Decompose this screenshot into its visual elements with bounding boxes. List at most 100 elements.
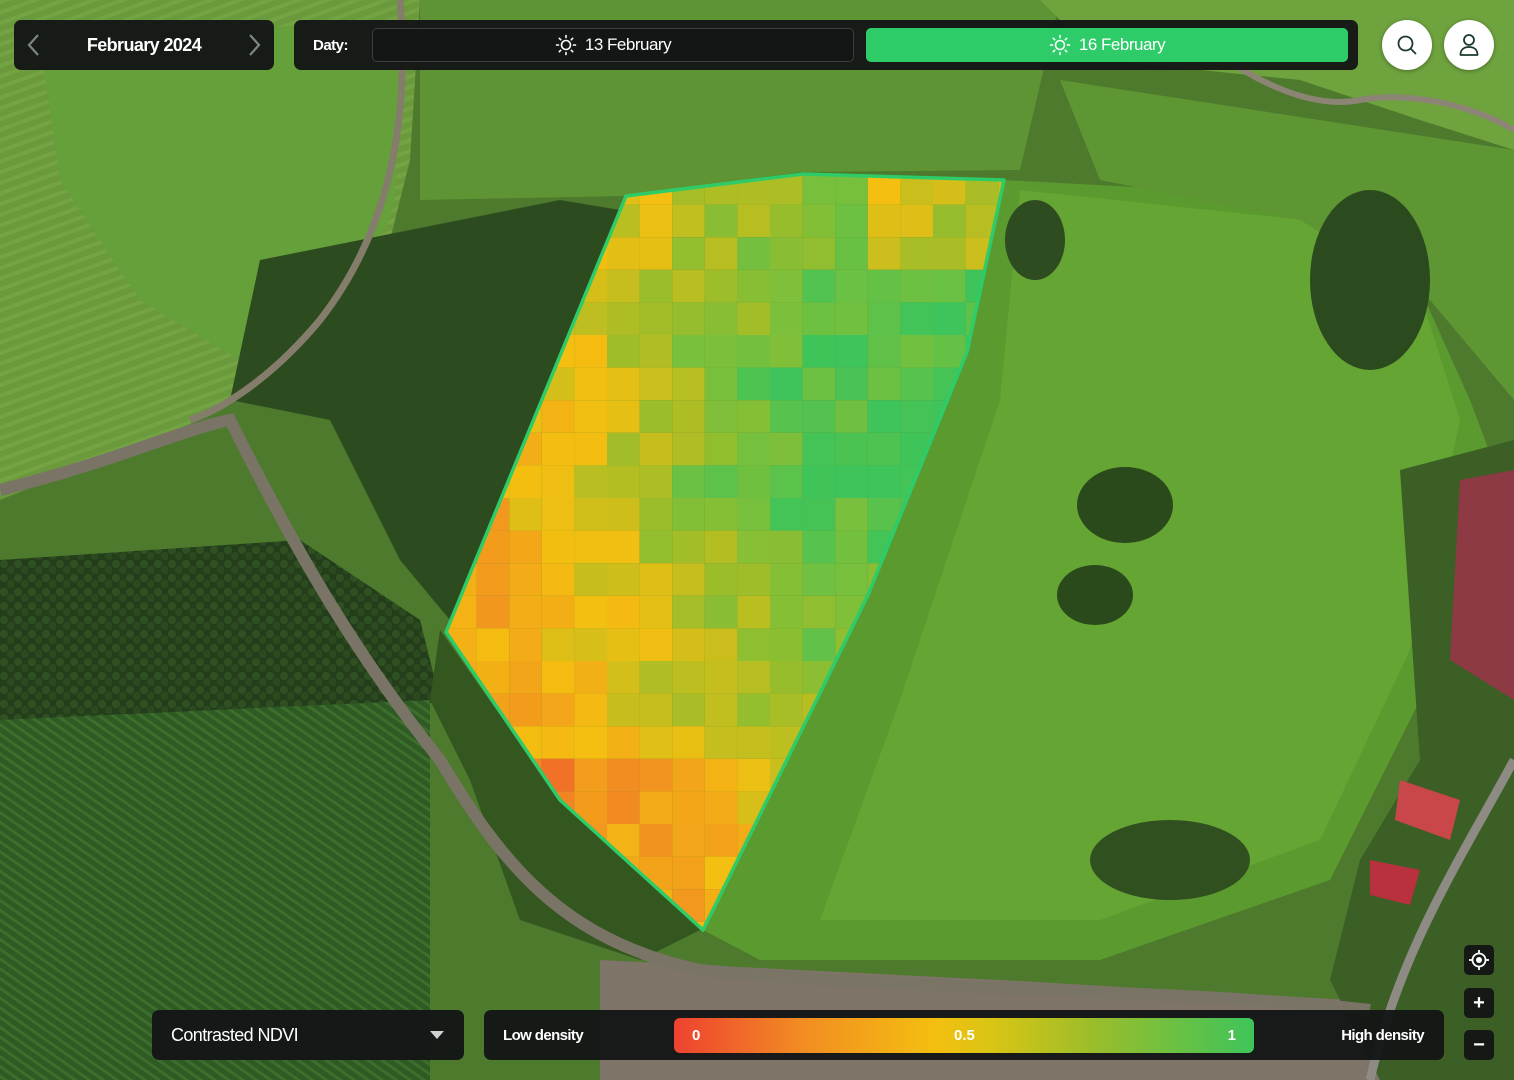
ndvi-cell	[509, 628, 542, 661]
ndvi-cell	[802, 400, 836, 433]
ndvi-cell	[639, 595, 673, 629]
ndvi-cell	[509, 661, 542, 694]
ndvi-cell	[835, 400, 868, 433]
ndvi-cell	[802, 498, 836, 531]
ndvi-cell	[672, 530, 705, 564]
ndvi-cell	[737, 498, 770, 531]
ndvi-cell	[607, 237, 640, 270]
zoom-in-button[interactable]: +	[1464, 988, 1494, 1018]
caret-down-icon	[430, 1031, 444, 1039]
ndvi-cell	[737, 269, 770, 303]
ndvi-cell	[737, 726, 770, 759]
legend-high-label: High density	[1341, 1026, 1424, 1044]
ndvi-cell	[639, 269, 673, 303]
ndvi-cell	[704, 791, 738, 824]
ndvi-cell	[607, 432, 640, 466]
ndvi-cell	[607, 530, 640, 564]
ndvi-cell	[672, 856, 705, 890]
layer-select[interactable]: Contrasted NDVI	[152, 1010, 464, 1060]
ndvi-cell	[574, 335, 607, 368]
ndvi-cell	[574, 400, 607, 433]
ndvi-cell	[770, 400, 803, 433]
ndvi-cell	[672, 595, 705, 629]
ndvi-cell	[509, 498, 542, 531]
zoom-out-button[interactable]: −	[1464, 1030, 1494, 1060]
ndvi-cell	[607, 563, 640, 596]
ndvi-cell	[639, 432, 673, 466]
ndvi-cell	[672, 465, 705, 498]
ndvi-cell	[541, 400, 575, 433]
satellite-map[interactable]	[0, 0, 1514, 1080]
ndvi-cell	[900, 400, 933, 433]
ndvi-cell	[933, 237, 966, 270]
map-view[interactable]: February 2024 Daty: 13 February 16 Febru…	[0, 0, 1514, 1080]
ndvi-cell	[704, 595, 738, 629]
previous-month-button[interactable]	[14, 20, 54, 70]
ndvi-cell	[770, 693, 803, 727]
ndvi-cell	[607, 465, 640, 498]
date-chip-13-february[interactable]: 13 February	[372, 28, 854, 62]
legend-tick-max: 1	[1227, 1027, 1236, 1044]
layer-select-value: Contrasted NDVI	[171, 1024, 299, 1045]
crosshair-icon	[1469, 950, 1489, 970]
ndvi-cell	[672, 563, 705, 596]
chevron-left-icon	[27, 34, 39, 56]
ndvi-cell	[770, 595, 803, 629]
ndvi-cell	[541, 498, 575, 531]
ndvi-cell	[574, 367, 607, 401]
ndvi-cell	[541, 726, 575, 759]
ndvi-cell	[639, 400, 673, 433]
next-month-button[interactable]	[234, 20, 274, 70]
ndvi-cell	[900, 269, 933, 303]
dates-bar: Daty: 13 February 16 February	[294, 20, 1358, 70]
ndvi-cell	[574, 498, 607, 531]
ndvi-cell	[835, 335, 868, 368]
ndvi-cell	[672, 335, 705, 368]
legend-gradient-bar: 0 0.5 1	[674, 1018, 1254, 1053]
ndvi-cell	[737, 661, 770, 694]
ndvi-cell	[802, 628, 836, 661]
ndvi-cell	[704, 432, 738, 466]
date-chip-16-february[interactable]: 16 February	[866, 28, 1348, 62]
ndvi-cell	[607, 595, 640, 629]
month-navigator: February 2024	[14, 20, 274, 70]
ndvi-cell	[770, 335, 803, 368]
ndvi-cell	[639, 335, 673, 368]
ndvi-cell	[639, 758, 673, 792]
search-button[interactable]	[1382, 20, 1432, 70]
ndvi-cell	[574, 661, 607, 694]
ndvi-cell	[704, 530, 738, 564]
ndvi-cell	[802, 302, 836, 335]
ndvi-cell	[770, 498, 803, 531]
ndvi-cell	[541, 563, 575, 596]
ndvi-cell	[900, 237, 933, 270]
ndvi-cell	[737, 335, 770, 368]
ndvi-cell	[672, 367, 705, 401]
ndvi-cell	[704, 269, 738, 303]
ndvi-cell	[835, 367, 868, 401]
ndvi-cell	[802, 595, 836, 629]
ndvi-cell	[867, 269, 901, 303]
ndvi-cell	[672, 791, 705, 824]
ndvi-cell	[672, 204, 705, 238]
ndvi-cell	[672, 628, 705, 661]
sun-icon	[1049, 34, 1071, 56]
ndvi-cell	[672, 693, 705, 727]
ndvi-cell	[704, 204, 738, 238]
ndvi-cell	[867, 302, 901, 335]
date-chip-label: 13 February	[584, 35, 672, 54]
ndvi-cell	[672, 432, 705, 466]
ndvi-cell	[672, 400, 705, 433]
legend-tick-min: 0	[692, 1027, 701, 1044]
ndvi-cell	[900, 367, 933, 401]
account-button[interactable]	[1444, 20, 1494, 70]
density-legend: Low density 0 0.5 1 High density	[484, 1010, 1444, 1060]
ndvi-cell	[574, 432, 607, 466]
ndvi-cell	[933, 269, 966, 303]
ndvi-cell	[835, 204, 868, 238]
locate-button[interactable]	[1464, 945, 1494, 975]
ndvi-cell	[704, 302, 738, 335]
ndvi-cell	[835, 269, 868, 303]
ndvi-cell	[835, 563, 868, 596]
ndvi-cell	[737, 595, 770, 629]
